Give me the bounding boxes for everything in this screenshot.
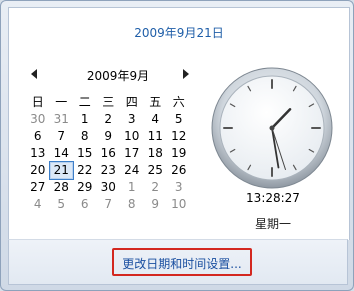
calendar-day[interactable]: 31 (50, 111, 74, 128)
calendar-day[interactable]: 5 (167, 111, 191, 128)
calendar-day[interactable]: 23 (97, 162, 121, 179)
weekday-header: 日 (31, 95, 44, 109)
calendar-day[interactable]: 27 (26, 179, 50, 196)
full-date-link[interactable]: 2009年9月21日 (9, 24, 349, 41)
prev-month-button[interactable] (30, 68, 42, 82)
calendar-day[interactable]: 16 (97, 145, 121, 162)
calendar-day[interactable]: 21 (48, 161, 74, 180)
calendar-day[interactable]: 20 (26, 162, 50, 179)
calendar-day[interactable]: 7 (50, 128, 74, 145)
weekday-header: 六 (172, 95, 185, 109)
calendar-day[interactable]: 26 (167, 162, 191, 179)
weekday-header-row: 日一二三四五六 (26, 94, 191, 111)
change-datetime-settings-link[interactable]: 更改日期和时间设置... (114, 255, 250, 272)
calendar-grid: 日一二三四五六 30 31 1 2 3 4 5 6 7 8 9 10 11 12 13 14 15 16 17 18 1… (26, 94, 191, 213)
calendar-day[interactable]: 22 (73, 162, 97, 179)
calendar-day[interactable]: 1 (120, 179, 144, 196)
calendar-day[interactable]: 28 (50, 179, 74, 196)
weekday-header: 二 (78, 95, 91, 109)
month-title[interactable]: 2009年9月 (69, 67, 167, 84)
calendar-day[interactable]: 9 (144, 196, 168, 213)
calendar-day[interactable]: 10 (167, 196, 191, 213)
next-month-button[interactable] (182, 68, 194, 82)
calendar-week-row: 20 21 22 23 24 25 26 (26, 161, 191, 180)
calendar-day[interactable]: 1 (73, 111, 97, 128)
calendar-day[interactable]: 6 (26, 128, 50, 145)
digital-time: 13:28:27 (246, 191, 300, 205)
calendar-day[interactable]: 25 (144, 162, 168, 179)
calendar-day[interactable]: 2 (144, 179, 168, 196)
weekday-header: 三 (102, 95, 115, 109)
calendar-day[interactable]: 17 (120, 145, 144, 162)
calendar-day[interactable]: 12 (167, 128, 191, 145)
calendar-day[interactable]: 30 (97, 179, 121, 196)
calendar-day[interactable]: 4 (144, 111, 168, 128)
calendar-day[interactable]: 14 (50, 145, 74, 162)
flyout-body: 2009年9月21日 2009年9月 日一二三四五六 30 31 1 2 3 4 5 6 7 8 9… (8, 7, 350, 240)
calendar-day[interactable]: 24 (120, 162, 144, 179)
calendar-day[interactable]: 10 (120, 128, 144, 145)
highlight-box: 更改日期和时间设置... (112, 248, 252, 276)
calendar-day[interactable]: 9 (97, 128, 121, 145)
calendar-day[interactable]: 29 (73, 179, 97, 196)
calendar-day[interactable]: 8 (73, 128, 97, 145)
calendar-week-row: 4 5 6 7 8 9 10 (26, 196, 191, 213)
calendar-week-row: 30 31 1 2 3 4 5 (26, 111, 191, 128)
weekday-header: 一 (55, 95, 68, 109)
calendar-day[interactable]: 4 (26, 196, 50, 213)
calendar-week-row: 6 7 8 9 10 11 12 (26, 128, 191, 145)
calendar-day[interactable]: 7 (97, 196, 121, 213)
calendar-day[interactable]: 19 (167, 145, 191, 162)
calendar-day[interactable]: 2 (97, 111, 121, 128)
weekday-header: 四 (125, 95, 138, 109)
calendar-day[interactable]: 15 (73, 145, 97, 162)
weekday-label: 星期一 (254, 217, 291, 231)
calendar-day[interactable]: 3 (167, 179, 191, 196)
calendar-day[interactable]: 18 (144, 145, 168, 162)
calendar-day[interactable]: 13 (26, 145, 50, 162)
calendar-day[interactable]: 3 (120, 111, 144, 128)
calendar-day[interactable]: 8 (120, 196, 144, 213)
calendar-day[interactable]: 11 (144, 128, 168, 145)
calendar-week-row: 27 28 29 30 1 2 3 (26, 179, 191, 196)
flyout-footer: 更改日期和时间设置... (8, 239, 348, 285)
calendar-week-row: 13 14 15 16 17 18 19 (26, 145, 191, 162)
calendar-day[interactable]: 5 (50, 196, 74, 213)
clock-flyout: 2009年9月21日 2009年9月 日一二三四五六 30 31 1 2 3 4 5 6 7 8 9… (0, 0, 354, 291)
analog-clock (211, 67, 333, 189)
calendar-day[interactable]: 6 (73, 196, 97, 213)
calendar-day[interactable]: 30 (26, 111, 50, 128)
triangle-left-icon (31, 69, 37, 79)
triangle-right-icon (183, 69, 189, 79)
weekday-header: 五 (149, 95, 162, 109)
